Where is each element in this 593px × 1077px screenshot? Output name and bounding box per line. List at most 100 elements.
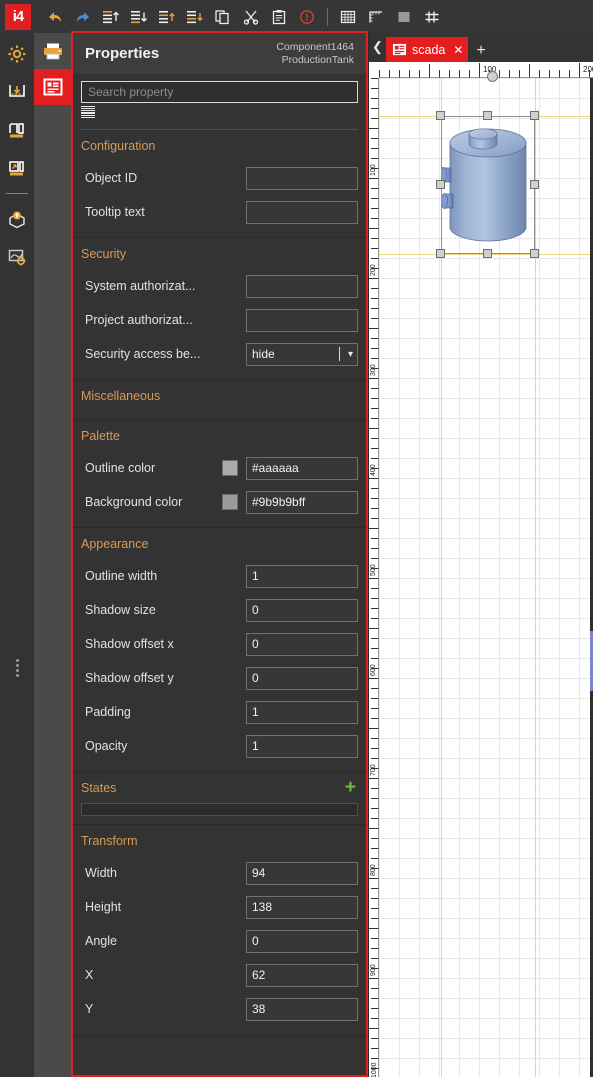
paste-button[interactable] bbox=[267, 4, 291, 30]
tab-scada[interactable]: scada ✕ bbox=[386, 37, 469, 62]
section-header-states[interactable]: States + bbox=[73, 772, 366, 803]
security-access-select[interactable]: hide bbox=[246, 342, 358, 366]
tooltip-text-field[interactable] bbox=[246, 200, 358, 224]
undo-button[interactable] bbox=[43, 4, 67, 30]
add-tab-button[interactable]: + bbox=[468, 42, 493, 62]
section-title: Configuration bbox=[81, 139, 156, 153]
sidebar-item-deploy[interactable] bbox=[0, 202, 34, 236]
ruler-button[interactable] bbox=[364, 4, 388, 30]
outline-color-field[interactable] bbox=[246, 456, 358, 480]
section-header-miscellaneous[interactable]: Miscellaneous bbox=[73, 380, 366, 419]
guide-line-right bbox=[535, 78, 536, 1077]
system-authorization-field[interactable] bbox=[246, 274, 358, 298]
shadow-size-field[interactable] bbox=[246, 598, 358, 622]
cut-button[interactable] bbox=[239, 4, 263, 30]
shadow-offset-y-field[interactable] bbox=[246, 666, 358, 690]
section-title: Transform bbox=[81, 834, 138, 848]
y-field[interactable] bbox=[246, 997, 358, 1021]
property-row-system-authorization: System authorizat... bbox=[73, 269, 366, 303]
x-field[interactable] bbox=[246, 963, 358, 987]
property-label: Security access be... bbox=[85, 347, 201, 361]
section-security: Security System authorizat... Project au… bbox=[73, 238, 366, 380]
width-field[interactable] bbox=[246, 861, 358, 885]
section-title: Palette bbox=[81, 429, 120, 443]
property-label: Padding bbox=[85, 705, 131, 719]
section-header-palette[interactable]: Palette bbox=[73, 420, 366, 451]
send-to-back-button[interactable] bbox=[127, 4, 151, 30]
resize-handle-n[interactable] bbox=[483, 111, 492, 120]
resize-handle-e[interactable] bbox=[530, 180, 539, 189]
search-input[interactable] bbox=[81, 81, 358, 103]
plus-icon[interactable]: + bbox=[345, 778, 356, 797]
section-states: States + bbox=[73, 772, 366, 825]
snap-grid-button[interactable] bbox=[420, 4, 444, 30]
editor-area: ❮ scada ✕ + 100 20 100 200 300 400 500 6… bbox=[369, 31, 593, 1077]
sidebar-item-import[interactable] bbox=[0, 75, 34, 109]
hamburger-menu-icon[interactable] bbox=[81, 106, 95, 119]
svg-text:200: 200 bbox=[370, 264, 377, 276]
section-miscellaneous: Miscellaneous bbox=[73, 380, 366, 420]
section-header-appearance[interactable]: Appearance bbox=[73, 528, 366, 559]
property-row-outline-color: Outline color bbox=[73, 451, 366, 485]
svg-text:500: 500 bbox=[370, 564, 377, 576]
resize-handle-w[interactable] bbox=[436, 180, 445, 189]
background-color-swatch[interactable] bbox=[222, 494, 238, 510]
property-label: X bbox=[85, 968, 94, 982]
shadow-offset-x-field[interactable] bbox=[246, 632, 358, 656]
send-backward-button[interactable] bbox=[183, 4, 207, 30]
resize-handle-se[interactable] bbox=[530, 249, 539, 258]
svg-text:400: 400 bbox=[370, 464, 377, 476]
bring-to-front-button[interactable] bbox=[99, 4, 123, 30]
section-palette: Palette Outline color Background color bbox=[73, 420, 366, 528]
svg-text:1000: 1000 bbox=[371, 1062, 378, 1077]
resize-handle-sw[interactable] bbox=[436, 249, 445, 258]
svg-text:800: 800 bbox=[370, 864, 377, 876]
outline-width-field[interactable] bbox=[246, 564, 358, 588]
sidebar-item-settings[interactable] bbox=[0, 37, 34, 71]
property-row-outline-width: Outline width bbox=[73, 559, 366, 593]
design-canvas[interactable] bbox=[379, 78, 593, 1077]
redo-button[interactable] bbox=[71, 4, 95, 30]
chevron-left-icon[interactable]: ❮ bbox=[369, 31, 386, 62]
sidebar-item-export[interactable] bbox=[0, 151, 34, 185]
close-icon[interactable]: ✕ bbox=[453, 43, 463, 57]
property-row-angle: Angle bbox=[73, 924, 366, 958]
height-field[interactable] bbox=[246, 895, 358, 919]
delete-button[interactable] bbox=[295, 4, 319, 30]
sidebar-item-image-settings[interactable] bbox=[0, 240, 34, 274]
svg-text:900: 900 bbox=[370, 964, 377, 976]
resize-handle-ne[interactable] bbox=[530, 111, 539, 120]
svg-text:700: 700 bbox=[370, 764, 377, 776]
dock-item-scada-editor[interactable] bbox=[34, 69, 72, 105]
dock-item-printer[interactable] bbox=[34, 33, 72, 69]
selection-box bbox=[441, 116, 535, 254]
svg-text:100: 100 bbox=[370, 164, 377, 176]
rotation-handle[interactable] bbox=[487, 71, 498, 82]
sidebar-item-project[interactable] bbox=[0, 113, 34, 147]
states-list[interactable] bbox=[81, 803, 358, 816]
property-label: Project authorizat... bbox=[85, 313, 193, 327]
grid-button[interactable] bbox=[336, 4, 360, 30]
opacity-field[interactable] bbox=[246, 734, 358, 758]
svg-text:200: 200 bbox=[583, 65, 593, 74]
project-authorization-field[interactable] bbox=[246, 308, 358, 332]
fill-square-button[interactable] bbox=[392, 4, 416, 30]
component-type: ProductionTank bbox=[281, 53, 354, 66]
section-header-security[interactable]: Security bbox=[73, 238, 366, 269]
resize-handle-nw[interactable] bbox=[436, 111, 445, 120]
resize-handle-s[interactable] bbox=[483, 249, 492, 258]
properties-panel: Properties Component1464 ProductionTank … bbox=[71, 31, 368, 1077]
copy-button[interactable] bbox=[211, 4, 235, 30]
padding-field[interactable] bbox=[246, 700, 358, 724]
section-header-configuration[interactable]: Configuration bbox=[73, 130, 366, 161]
outline-color-swatch[interactable] bbox=[222, 460, 238, 476]
rail-drag-handle[interactable] bbox=[0, 648, 34, 688]
property-row-shadow-offset-x: Shadow offset x bbox=[73, 627, 366, 661]
section-header-transform[interactable]: Transform bbox=[73, 825, 366, 856]
property-row-x: X bbox=[73, 958, 366, 992]
property-row-shadow-offset-y: Shadow offset y bbox=[73, 661, 366, 695]
object-id-field[interactable] bbox=[246, 166, 358, 190]
angle-field[interactable] bbox=[246, 929, 358, 953]
background-color-field[interactable] bbox=[246, 490, 358, 514]
bring-forward-button[interactable] bbox=[155, 4, 179, 30]
